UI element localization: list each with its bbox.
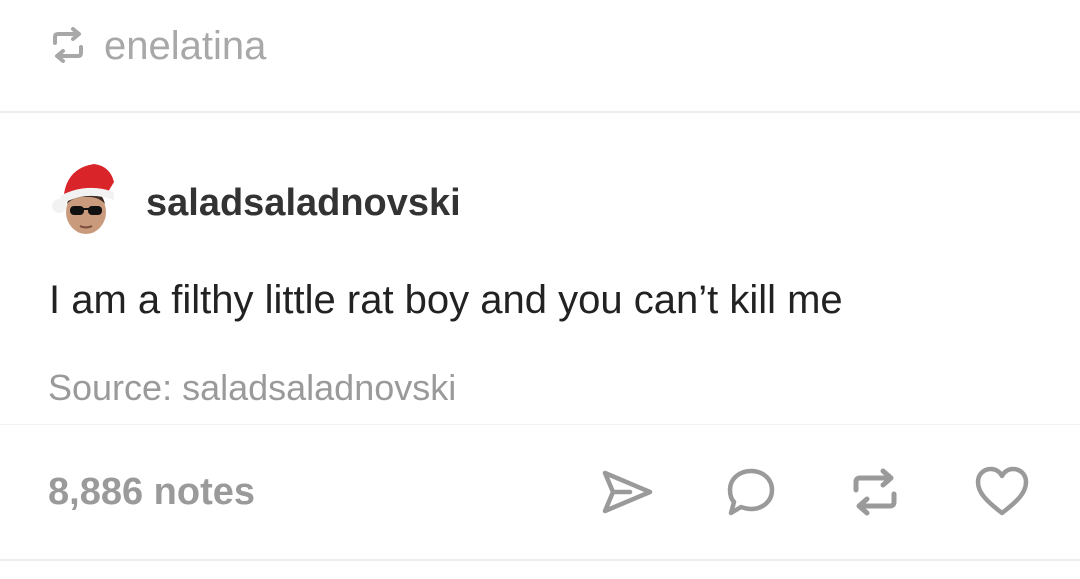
author-avatar[interactable]: [50, 160, 118, 242]
reply-icon: [724, 465, 778, 519]
reblog-header: enelatina: [0, 0, 1080, 113]
notes-count[interactable]: 8,886 notes: [48, 469, 255, 515]
heart-icon: [973, 465, 1031, 519]
author-username[interactable]: saladsaladnovski: [146, 180, 461, 226]
reblog-icon: [848, 465, 902, 519]
source-link[interactable]: saladsaladnovski: [182, 367, 456, 408]
tumblr-post-card: enelatina saladsaladnovski I am a filthy…: [0, 0, 1080, 579]
post-source: Source: saladsaladnovski: [48, 366, 456, 410]
post-header: saladsaladnovski: [0, 150, 1080, 240]
reply-button[interactable]: [722, 463, 780, 521]
reblog-icon: [49, 26, 87, 64]
share-button[interactable]: [598, 463, 656, 521]
source-label: Source:: [48, 367, 183, 408]
share-icon: [600, 468, 654, 516]
reblog-button[interactable]: [846, 463, 904, 521]
post-text: I am a filthy little rat boy and you can…: [49, 278, 843, 322]
post-footer: 8,886 notes: [0, 424, 1080, 561]
like-button[interactable]: [973, 463, 1031, 521]
reblogger-username[interactable]: enelatina: [104, 22, 266, 70]
